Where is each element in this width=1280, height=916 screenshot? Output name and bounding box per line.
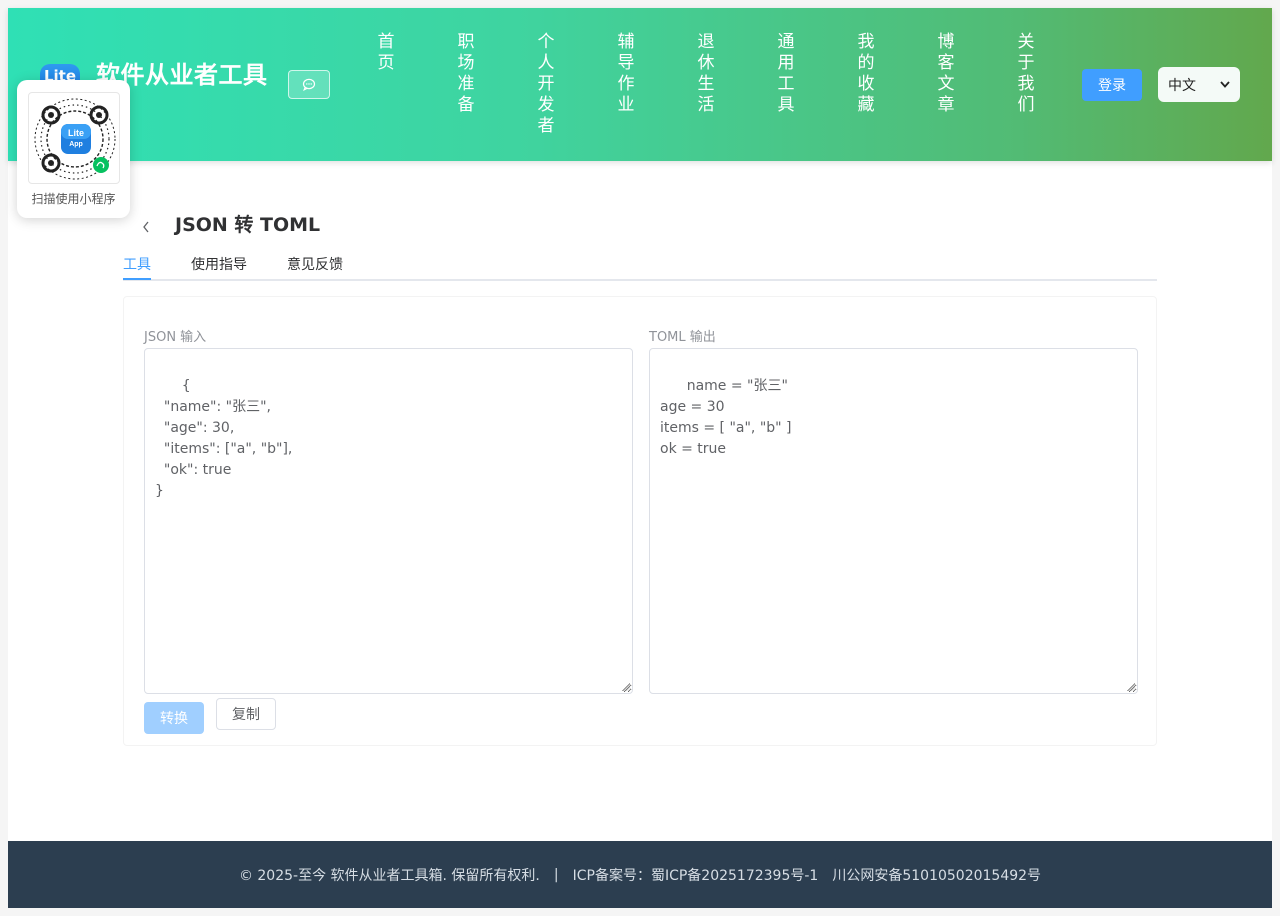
qr-badge-bottom: App: [69, 141, 83, 148]
nav-about-us[interactable]: 关于我们: [1016, 32, 1036, 116]
footer-icp-link[interactable]: ICP备案号：蜀ICP备2025172395号-1: [573, 865, 819, 885]
page-title: JSON 转 TOML: [175, 214, 321, 236]
nav-home[interactable]: 首页: [376, 32, 396, 74]
tab-feedback[interactable]: 意见反馈: [287, 254, 343, 274]
qr-caption: 扫描使用小程序: [31, 192, 116, 206]
nav-blog-articles[interactable]: 博客文章: [936, 32, 956, 116]
toml-output-text: name = "张三" age = 30 items = [ "a", "b" …: [660, 378, 792, 457]
tab-usage-guide[interactable]: 使用指导: [191, 254, 247, 274]
copy-button[interactable]: 复制: [216, 698, 276, 730]
login-button[interactable]: 登录: [1082, 69, 1142, 101]
json-input-field[interactable]: { "name": "张三", "age": 30, "items": ["a"…: [144, 348, 633, 694]
chat-bubble-icon: [302, 78, 316, 91]
active-tab-indicator: [123, 278, 151, 280]
nav-my-favorites[interactable]: 我的收藏: [856, 32, 876, 116]
qr-badge-top: Lite: [68, 128, 84, 138]
json-input-text: { "name": "张三", "age": 30, "items": ["a"…: [155, 378, 293, 499]
resize-handle-icon[interactable]: [622, 683, 630, 691]
site-header: Lite 软件从业者工具 首页 职场准备 个人开发者 辅导作业 退休生活 通用工…: [8, 8, 1272, 161]
footer-copyright: © 2025-至今 软件从业者工具箱. 保留所有权利.: [238, 867, 540, 884]
qr-code-icon: Lite App: [34, 98, 116, 180]
footer-separator: |: [553, 866, 559, 883]
page: Lite 软件从业者工具 首页 职场准备 个人开发者 辅导作业 退休生活 通用工…: [8, 8, 1272, 908]
nav-career-prep[interactable]: 职场准备: [456, 32, 476, 116]
toml-output-field[interactable]: name = "张三" age = 30 items = [ "a", "b" …: [649, 348, 1138, 694]
qr-code-image: Lite App: [28, 92, 120, 184]
nav-homework-help[interactable]: 辅导作业: [616, 32, 636, 116]
mini-program-qr-card[interactable]: Lite App 扫描使用小程序: [17, 80, 130, 218]
language-select[interactable]: 中文: [1158, 67, 1240, 102]
back-arrow-icon[interactable]: [138, 218, 154, 238]
nav-retirement-life[interactable]: 退休生活: [696, 32, 716, 116]
chat-button[interactable]: [288, 70, 330, 99]
json-input-label: JSON 输入: [144, 330, 207, 345]
chevron-down-icon: [1220, 81, 1230, 88]
tool-panel: JSON 输入 TOML 输出 { "name": "张三", "age": 3…: [123, 296, 1157, 746]
toml-output-label: TOML 输出: [649, 330, 716, 345]
tab-tool[interactable]: 工具: [123, 254, 151, 274]
tool-tabs: 工具 使用指导 意见反馈: [123, 252, 1157, 281]
nav-indie-developer[interactable]: 个人开发者: [536, 32, 556, 137]
site-footer: © 2025-至今 软件从业者工具箱. 保留所有权利. | ICP备案号：蜀IC…: [8, 841, 1272, 908]
resize-handle-icon[interactable]: [1127, 683, 1135, 691]
language-value: 中文: [1168, 77, 1196, 94]
footer-police-link[interactable]: 川公网安备51010502015492号: [832, 865, 1041, 885]
convert-button[interactable]: 转换: [144, 702, 204, 734]
nav-general-tools[interactable]: 通用工具: [776, 32, 796, 116]
